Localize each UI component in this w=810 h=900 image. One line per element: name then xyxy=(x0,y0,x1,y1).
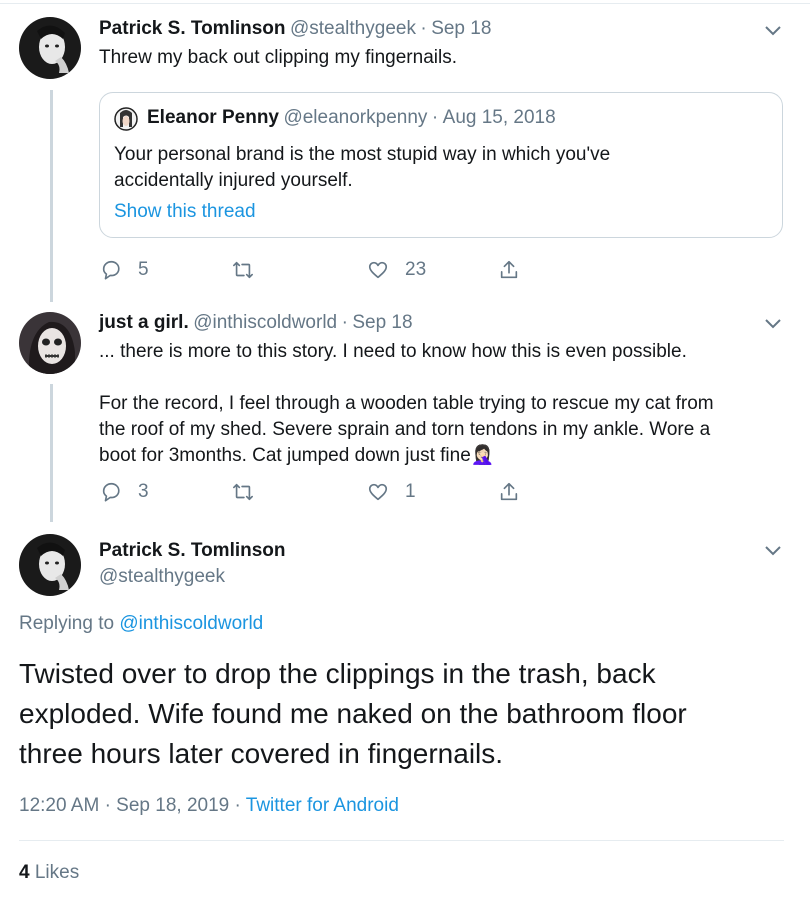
separator-dot: · xyxy=(420,18,427,39)
likes-label: Likes xyxy=(34,862,80,883)
avatar[interactable] xyxy=(19,17,81,79)
reply-count: 3 xyxy=(138,481,149,502)
tweet-text-line: Twisted over to drop the clippings in th… xyxy=(19,658,656,689)
share-button[interactable] xyxy=(498,259,520,281)
chevron-down-icon[interactable] xyxy=(764,545,782,557)
quote-author-handle: @eleanorkpenny xyxy=(283,107,428,128)
top-divider xyxy=(0,3,810,4)
reply-icon xyxy=(102,260,120,280)
tweet-text-line: the roof of my shed. Severe sprain and t… xyxy=(99,419,711,440)
retweet-button[interactable] xyxy=(232,481,254,503)
quote-date: Aug 15, 2018 xyxy=(442,107,556,128)
tweet-header: just a girl. @inthiscoldworld · Sep 18 xyxy=(99,312,413,334)
separator-dot: · xyxy=(234,795,241,816)
reply-button[interactable]: 5 xyxy=(100,259,149,281)
share-icon xyxy=(500,260,518,279)
tweet-text-span: boot for 3months. Cat jumped down just f… xyxy=(99,445,471,466)
author-handle[interactable]: @inthiscoldworld xyxy=(193,312,337,333)
avatar[interactable] xyxy=(19,534,81,596)
author-name[interactable]: just a girl. xyxy=(99,312,189,333)
quote-text-line: Your personal brand is the most stupid w… xyxy=(114,144,611,165)
tweet-date[interactable]: Sep 18 xyxy=(431,18,491,39)
chevron-down-icon[interactable] xyxy=(764,318,782,330)
avatar-image xyxy=(19,17,81,79)
author-name[interactable]: Patrick S. Tomlinson xyxy=(99,540,286,562)
separator-dot: · xyxy=(104,795,111,816)
retweet-icon xyxy=(233,261,253,279)
show-thread-link[interactable]: Show this thread xyxy=(114,198,256,226)
author-handle[interactable]: @stealthygeek xyxy=(290,18,416,39)
divider xyxy=(19,840,784,841)
avatar-image xyxy=(19,312,81,374)
heart-icon xyxy=(368,483,388,501)
like-count: 23 xyxy=(405,259,427,280)
quote-author-name: Eleanor Penny xyxy=(147,107,279,128)
like-count: 1 xyxy=(405,481,416,502)
tweet-date[interactable]: Sep 18, 2019 xyxy=(116,795,229,816)
reply-icon xyxy=(102,482,120,502)
like-button[interactable]: 23 xyxy=(367,259,426,281)
quoted-tweet[interactable]: Eleanor Penny @eleanorkpenny · Aug 15, 2… xyxy=(99,92,783,238)
tweet-text-line: ... there is more to this story. I need … xyxy=(99,341,687,362)
heart-icon xyxy=(368,261,388,279)
reply-count: 5 xyxy=(138,259,149,280)
reply-button[interactable]: 3 xyxy=(100,481,149,503)
quote-avatar-image xyxy=(114,107,138,131)
share-icon xyxy=(500,482,518,501)
thread-line xyxy=(50,384,53,522)
quote-avatar xyxy=(114,107,138,131)
avatar-image xyxy=(19,534,81,596)
facepalm-emoji: 🤦🏻‍♀️ xyxy=(470,445,495,466)
separator-dot: · xyxy=(431,107,439,128)
author-name[interactable]: Patrick S. Tomlinson xyxy=(99,18,286,39)
chevron-down-icon[interactable] xyxy=(764,25,782,37)
avatar[interactable] xyxy=(19,312,81,374)
thread-line xyxy=(50,90,53,302)
tweet-text-line: exploded. Wife found me naked on the bat… xyxy=(19,698,687,729)
tweet-text: Threw my back out clipping my fingernail… xyxy=(99,47,457,68)
author-handle[interactable]: @stealthygeek xyxy=(99,566,225,588)
replying-to-handle[interactable]: @inthiscoldworld xyxy=(119,613,263,634)
tweet-text: Twisted over to drop the clippings in th… xyxy=(19,654,687,774)
tweet-time[interactable]: 12:20 AM xyxy=(19,795,99,816)
tweet-source[interactable]: Twitter for Android xyxy=(246,795,399,816)
tweet-text-line: boot for 3months. Cat jumped down just f… xyxy=(99,442,494,470)
tweet-text-line: three hours later covered in fingernails… xyxy=(19,738,504,769)
like-button[interactable]: 1 xyxy=(367,481,416,503)
likes-stat[interactable]: 4 Likes xyxy=(19,862,79,884)
likes-count: 4 xyxy=(19,862,30,883)
tweet-text-line: For the record, I feel through a wooden … xyxy=(99,393,714,414)
tweet-meta: 12:20 AM · Sep 18, 2019 · Twitter for An… xyxy=(19,795,399,817)
tweet-header: Patrick S. Tomlinson @stealthygeek · Sep… xyxy=(99,18,491,40)
replying-to-label: Replying to xyxy=(19,613,115,634)
share-button[interactable] xyxy=(498,481,520,503)
tweet-date[interactable]: Sep 18 xyxy=(352,312,412,333)
separator-dot: · xyxy=(341,312,348,333)
retweet-button[interactable] xyxy=(232,259,254,281)
quote-text-line: accidentally injured yourself. xyxy=(114,170,353,191)
retweet-icon xyxy=(233,483,253,501)
quote-header: Eleanor Penny @eleanorkpenny · Aug 15, 2… xyxy=(147,107,556,129)
replying-to: Replying to @inthiscoldworld xyxy=(19,613,263,635)
